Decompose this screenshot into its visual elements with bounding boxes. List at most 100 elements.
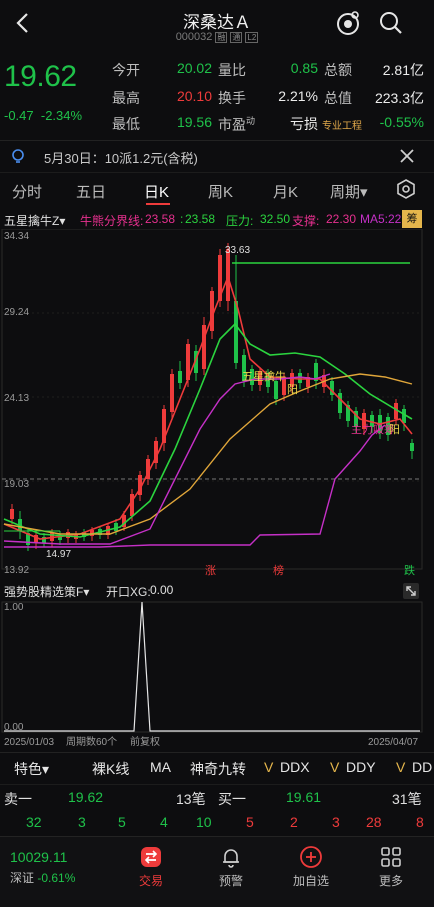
nav-alert-label: 预警 — [218, 874, 243, 888]
last-price: 19.62 — [4, 60, 77, 93]
ma-orange-line — [3, 373, 413, 535]
sell-one-label: 卖一 — [4, 791, 32, 807]
bull-bear-label: 牛熊分界线: — [80, 214, 144, 228]
kline-chart[interactable]: 34.34 29.24 24.13 19.03 13.92 33.63 14.9… — [0, 229, 434, 579]
y-label-3: 24.13 — [4, 393, 29, 404]
main-indicator-selector[interactable]: 五星擒牛Z▾ — [4, 212, 65, 229]
header: 深桑达Ａ 000032 融通 L2 — [0, 0, 434, 52]
index-ticker[interactable]: 10029.11 深证 -0.61% — [10, 849, 90, 886]
support-value: 22.30 — [326, 212, 357, 226]
feature-dropdown[interactable]: 特色▾ — [14, 759, 49, 779]
nav-more[interactable]: 更多 — [361, 845, 421, 889]
candle — [410, 439, 414, 459]
y-label-bottom: 13.92 — [4, 565, 29, 576]
low-label: 最低 — [112, 116, 140, 132]
index-change: -0.61% — [37, 871, 76, 885]
robot-assistant-icon[interactable] — [334, 9, 362, 37]
order-book: 卖一 19.62 13笔 买一 19.61 31笔 32 3 5 4 10 5 … — [0, 784, 434, 836]
adjust-mode: 前复权 — [130, 735, 160, 748]
pressure-value: 32.50 — [260, 212, 291, 226]
naked-k-button[interactable]: 裸K线 — [92, 759, 129, 779]
buy-one-label: 买一 — [218, 791, 246, 807]
search-icon[interactable] — [378, 10, 404, 36]
open-value: 20.02 — [176, 60, 212, 76]
sub-indicator-selector[interactable]: 强势股精选策F▾ — [4, 583, 89, 600]
tab-weekly-k[interactable]: 周K — [208, 181, 233, 202]
industry-label[interactable]: 专业工程 — [322, 116, 362, 132]
nav-add-label: 加自选 — [292, 874, 329, 888]
buy-one-price: 19.61 — [286, 789, 322, 805]
ma5-label: MA5:22 — [360, 212, 402, 226]
sell-one-price: 19.62 — [68, 789, 104, 805]
grid-more-icon — [381, 847, 401, 867]
pressure-label: 压力: — [226, 214, 254, 228]
settings-hexagon-icon[interactable] — [396, 179, 416, 199]
nav-alert[interactable]: 预警 — [201, 845, 261, 889]
bottom-navigation: 10029.11 深证 -0.61% 交易 预警 加自选 更多 — [0, 836, 434, 907]
sell-tick: 32 — [26, 814, 42, 830]
pe-value: 亏损 — [290, 116, 318, 132]
stock-title: 深桑达Ａ — [183, 13, 251, 32]
level2-badge: L2 — [245, 32, 259, 43]
chip-distribution-button[interactable]: 筹 — [402, 210, 422, 228]
ddx-button[interactable]: DDX — [280, 759, 310, 775]
sub-y-bottom: 0.00 — [4, 722, 24, 733]
tab-five-day[interactable]: 五日 — [76, 181, 106, 202]
sub-chart-svg: 1.00 0.00 2025/01/03 周期数60个 前复权 2025/04/… — [1, 601, 423, 748]
kline-svg: 34.34 29.24 24.13 19.03 13.92 33.63 14.9… — [1, 229, 423, 577]
ddy-button[interactable]: DDY — [346, 759, 376, 775]
candle — [306, 373, 310, 393]
nav-add-watchlist[interactable]: 加自选 — [281, 845, 341, 889]
y-label-4: 19.03 — [4, 479, 29, 490]
add-circle-icon — [300, 846, 322, 868]
index-value: 10029.11 — [10, 849, 68, 865]
turnover-value: 2.21% — [278, 88, 318, 104]
stock-code-line: 000032 融通 L2 — [0, 31, 434, 43]
sell-tick: 3 — [78, 814, 86, 830]
buy-tick: 2 — [290, 814, 298, 830]
candle — [338, 389, 342, 419]
xg-value: 0.00 — [150, 583, 174, 597]
close-icon[interactable] — [398, 147, 416, 165]
bell-icon — [223, 849, 239, 868]
candle — [234, 255, 238, 369]
buy-tick: 8 — [416, 814, 424, 830]
connect-badge: 通 — [230, 32, 243, 43]
sub-chart-frame — [1, 601, 423, 733]
support-label: 支撑: — [292, 214, 320, 228]
period-tabs: 分时 五日 日K 周K 月K 周期▾ — [0, 172, 434, 206]
nav-trade[interactable]: 交易 — [121, 845, 181, 889]
dividend-notice[interactable]: 5月30日：10派1.2元(含税) — [0, 140, 434, 170]
fullscreen-icon[interactable] — [402, 582, 420, 600]
signal-label-yang-1: 阳 — [287, 383, 298, 396]
support-magenta-line — [4, 424, 386, 548]
tab-intraday[interactable]: 分时 — [12, 181, 42, 202]
date-start: 2025/01/03 — [4, 737, 54, 748]
nav-trade-label: 交易 — [138, 874, 163, 888]
xg-signal-line — [4, 601, 420, 732]
change-percent: -2.34% — [40, 108, 83, 123]
indicator-line: 五星擒牛Z▾ 牛熊分界线: 23.58 : 23.58 压力: 32.50 支撑… — [0, 209, 434, 229]
bull-bear-value-1: 23.58 — [145, 212, 176, 226]
dd-vip-icon: V — [396, 759, 406, 775]
sell-one-qty: 13笔 — [176, 791, 206, 807]
bull-bear-separator: : — [180, 212, 184, 226]
tab-monthly-k[interactable]: 月K — [273, 181, 298, 202]
tab-daily-k[interactable]: 日K — [144, 181, 169, 202]
sell-tick: 4 — [160, 814, 168, 830]
ma-button[interactable]: MA — [150, 759, 171, 775]
magic-nine-button[interactable]: 神奇九转 — [190, 759, 246, 779]
nav-more-label: 更多 — [378, 874, 403, 888]
stock-code: 000032 — [175, 31, 213, 43]
active-tab-indicator — [146, 203, 170, 205]
sub-indicator-header: 强势股精选策F▾ 开口XG: 0.00 — [0, 580, 434, 600]
sell-tick: 5 — [118, 814, 126, 830]
buy-one-qty: 31笔 — [392, 791, 422, 807]
ddx-vip-icon: V — [264, 759, 274, 775]
tab-period-dropdown[interactable]: 周期▾ — [330, 181, 368, 202]
buy-tick: 3 — [332, 814, 340, 830]
tag-list: 榜 — [273, 563, 284, 577]
dd-button[interactable]: DD — [412, 759, 432, 775]
high-label: 最高 — [112, 90, 140, 106]
sub-indicator-chart[interactable]: 1.00 0.00 2025/01/03 周期数60个 前复权 2025/04/… — [0, 600, 434, 750]
